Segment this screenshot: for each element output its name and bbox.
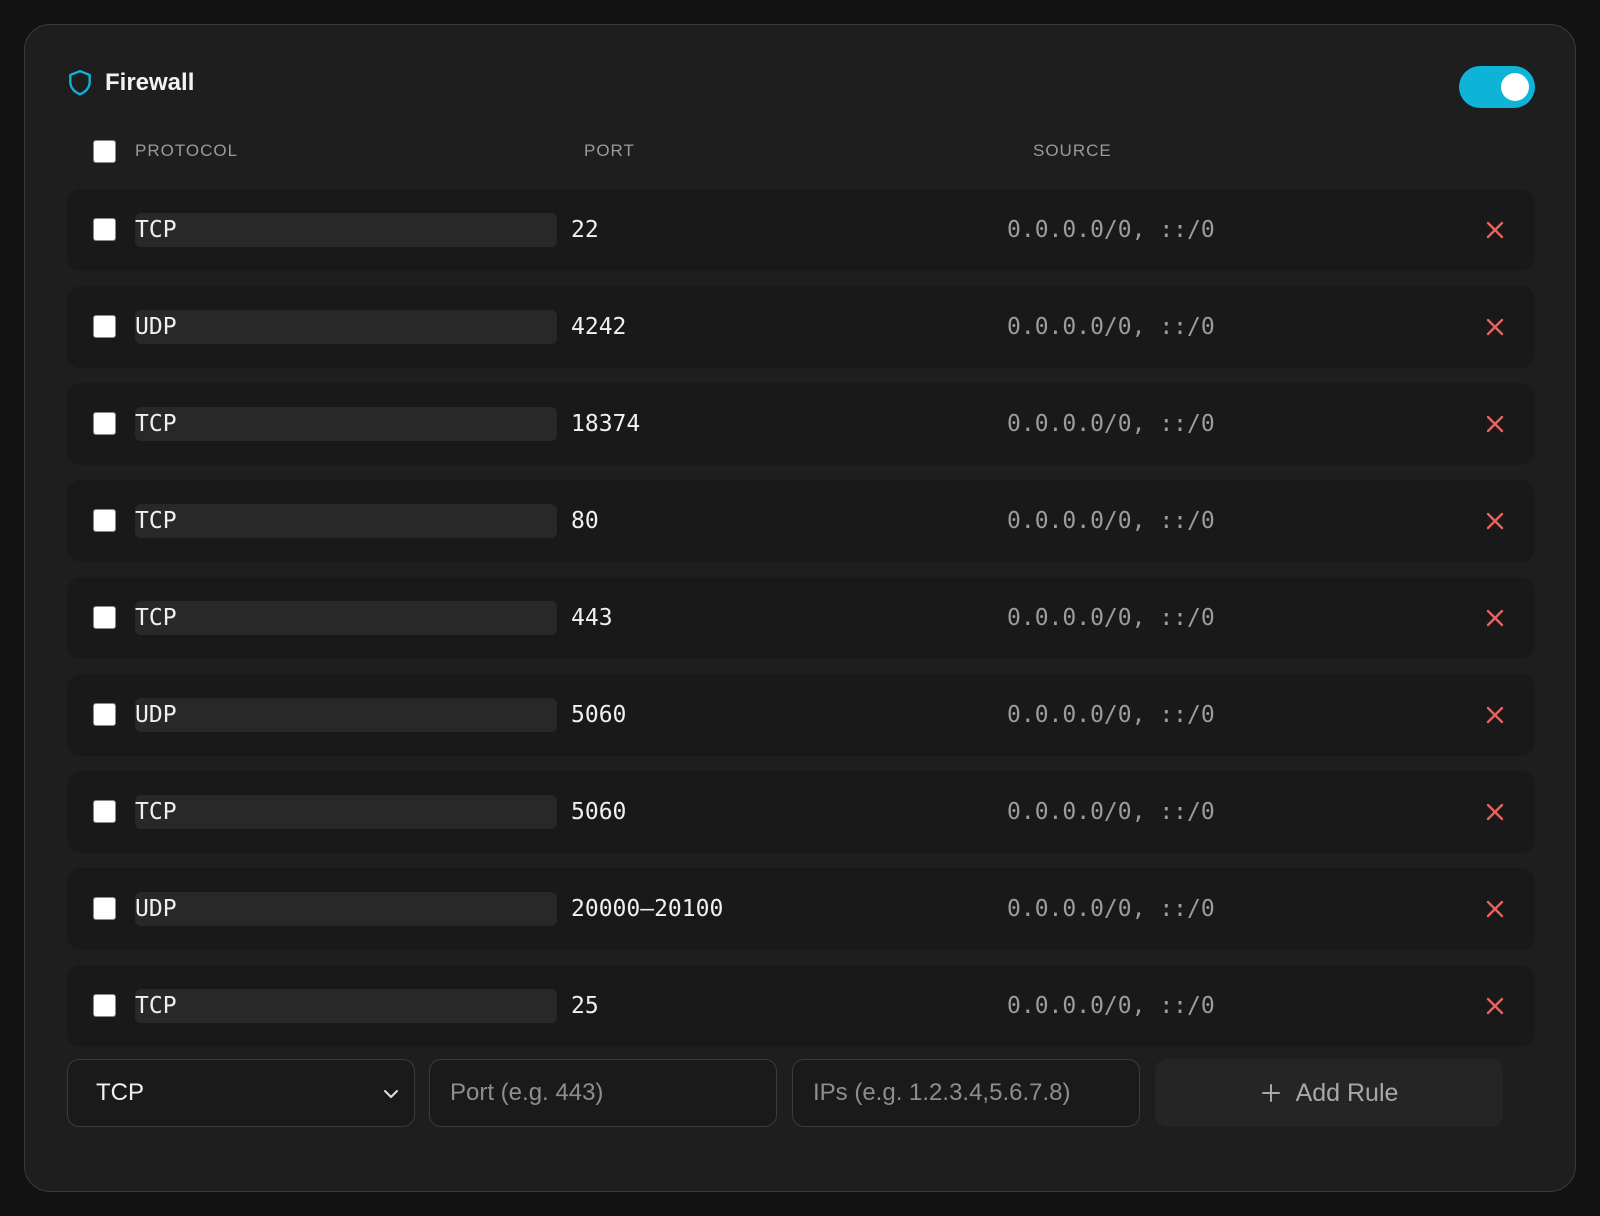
rule-protocol: TCP bbox=[135, 601, 557, 635]
delete-rule-button[interactable] bbox=[1485, 608, 1505, 628]
ips-input[interactable] bbox=[792, 1059, 1140, 1127]
select-all-checkbox[interactable] bbox=[93, 140, 116, 163]
rule-protocol: TCP bbox=[135, 213, 557, 247]
rule-source: 0.0.0.0/0, ::/0 bbox=[1007, 993, 1215, 1019]
rule-port: 443 bbox=[571, 605, 613, 631]
delete-rule-button[interactable] bbox=[1485, 705, 1505, 725]
rule-row: TCP 80 0.0.0.0/0, ::/0 bbox=[67, 480, 1535, 562]
protocol-select[interactable]: TCP bbox=[67, 1059, 415, 1127]
rule-checkbox[interactable] bbox=[93, 703, 116, 726]
toggle-knob bbox=[1501, 73, 1529, 101]
close-icon bbox=[1486, 803, 1504, 821]
rule-port: 5060 bbox=[571, 702, 627, 728]
rule-protocol: UDP bbox=[135, 310, 557, 344]
rule-checkbox[interactable] bbox=[93, 315, 116, 338]
rule-protocol: TCP bbox=[135, 504, 557, 538]
rules-list: TCP 22 0.0.0.0/0, ::/0 UDP 4242 0.0.0.0/0, ::… bbox=[67, 189, 1535, 1062]
rule-port: 4242 bbox=[571, 314, 627, 340]
close-icon bbox=[1486, 415, 1504, 433]
protocol-select-value: TCP bbox=[96, 1079, 144, 1106]
close-icon bbox=[1486, 706, 1504, 724]
rule-source: 0.0.0.0/0, ::/0 bbox=[1007, 605, 1215, 631]
rule-row: UDP 5060 0.0.0.0/0, ::/0 bbox=[67, 674, 1535, 756]
rule-port: 25 bbox=[571, 993, 599, 1019]
delete-rule-button[interactable] bbox=[1485, 511, 1505, 531]
rule-checkbox[interactable] bbox=[93, 897, 116, 920]
close-icon bbox=[1486, 997, 1504, 1015]
delete-rule-button[interactable] bbox=[1485, 996, 1505, 1016]
firewall-enabled-toggle[interactable] bbox=[1459, 66, 1535, 108]
close-icon bbox=[1486, 900, 1504, 918]
delete-rule-button[interactable] bbox=[1485, 802, 1505, 822]
delete-rule-button[interactable] bbox=[1485, 220, 1505, 240]
delete-rule-button[interactable] bbox=[1485, 414, 1505, 434]
rule-source: 0.0.0.0/0, ::/0 bbox=[1007, 217, 1215, 243]
rule-row: TCP 22 0.0.0.0/0, ::/0 bbox=[67, 189, 1535, 271]
rule-checkbox[interactable] bbox=[93, 800, 116, 823]
rule-source: 0.0.0.0/0, ::/0 bbox=[1007, 314, 1215, 340]
rule-checkbox[interactable] bbox=[93, 509, 116, 532]
rule-row: UDP 20000–20100 0.0.0.0/0, ::/0 bbox=[67, 868, 1535, 950]
rule-port: 22 bbox=[571, 217, 599, 243]
port-input[interactable] bbox=[429, 1059, 777, 1127]
delete-rule-button[interactable] bbox=[1485, 899, 1505, 919]
rule-port: 20000–20100 bbox=[571, 896, 724, 922]
rule-port: 18374 bbox=[571, 411, 641, 437]
rule-checkbox[interactable] bbox=[93, 606, 116, 629]
column-header-protocol: PROTOCOL bbox=[135, 141, 239, 160]
rule-port: 80 bbox=[571, 508, 599, 534]
firewall-panel: Firewall PROTOCOL PORT SOURCE TCP 22 0.0.0… bbox=[24, 24, 1576, 1192]
close-icon bbox=[1486, 318, 1504, 336]
column-header-port: PORT bbox=[584, 141, 635, 160]
rule-checkbox[interactable] bbox=[93, 412, 116, 435]
rule-row: UDP 4242 0.0.0.0/0, ::/0 bbox=[67, 286, 1535, 368]
add-rule-button[interactable]: Add Rule bbox=[1155, 1059, 1503, 1127]
page-title: Firewall bbox=[105, 69, 195, 96]
rule-protocol: TCP bbox=[135, 795, 557, 829]
rule-checkbox[interactable] bbox=[93, 994, 116, 1017]
delete-rule-button[interactable] bbox=[1485, 317, 1505, 337]
panel-header: Firewall bbox=[67, 69, 194, 97]
close-icon bbox=[1486, 221, 1504, 239]
shield-icon bbox=[69, 69, 91, 96]
rule-source: 0.0.0.0/0, ::/0 bbox=[1007, 896, 1215, 922]
rule-source: 0.0.0.0/0, ::/0 bbox=[1007, 702, 1215, 728]
rule-protocol: UDP bbox=[135, 698, 557, 732]
chevron-down-icon bbox=[384, 1090, 398, 1098]
close-icon bbox=[1486, 609, 1504, 627]
rule-protocol: TCP bbox=[135, 989, 557, 1023]
rule-source: 0.0.0.0/0, ::/0 bbox=[1007, 411, 1215, 437]
close-icon bbox=[1486, 512, 1504, 530]
rule-row: TCP 5060 0.0.0.0/0, ::/0 bbox=[67, 771, 1535, 853]
rule-port: 5060 bbox=[571, 799, 627, 825]
rule-row: TCP 25 0.0.0.0/0, ::/0 bbox=[67, 965, 1535, 1047]
rule-protocol: UDP bbox=[135, 892, 557, 926]
add-rule-form: TCP Add Rule bbox=[67, 1059, 1535, 1127]
column-header-source: SOURCE bbox=[1033, 141, 1112, 160]
plus-icon bbox=[1261, 1084, 1280, 1102]
add-rule-label: Add Rule bbox=[1295, 1078, 1399, 1107]
rule-checkbox[interactable] bbox=[93, 218, 116, 241]
rule-source: 0.0.0.0/0, ::/0 bbox=[1007, 799, 1215, 825]
rule-source: 0.0.0.0/0, ::/0 bbox=[1007, 508, 1215, 534]
rule-row: TCP 443 0.0.0.0/0, ::/0 bbox=[67, 577, 1535, 659]
rule-row: TCP 18374 0.0.0.0/0, ::/0 bbox=[67, 383, 1535, 465]
rule-protocol: TCP bbox=[135, 407, 557, 441]
